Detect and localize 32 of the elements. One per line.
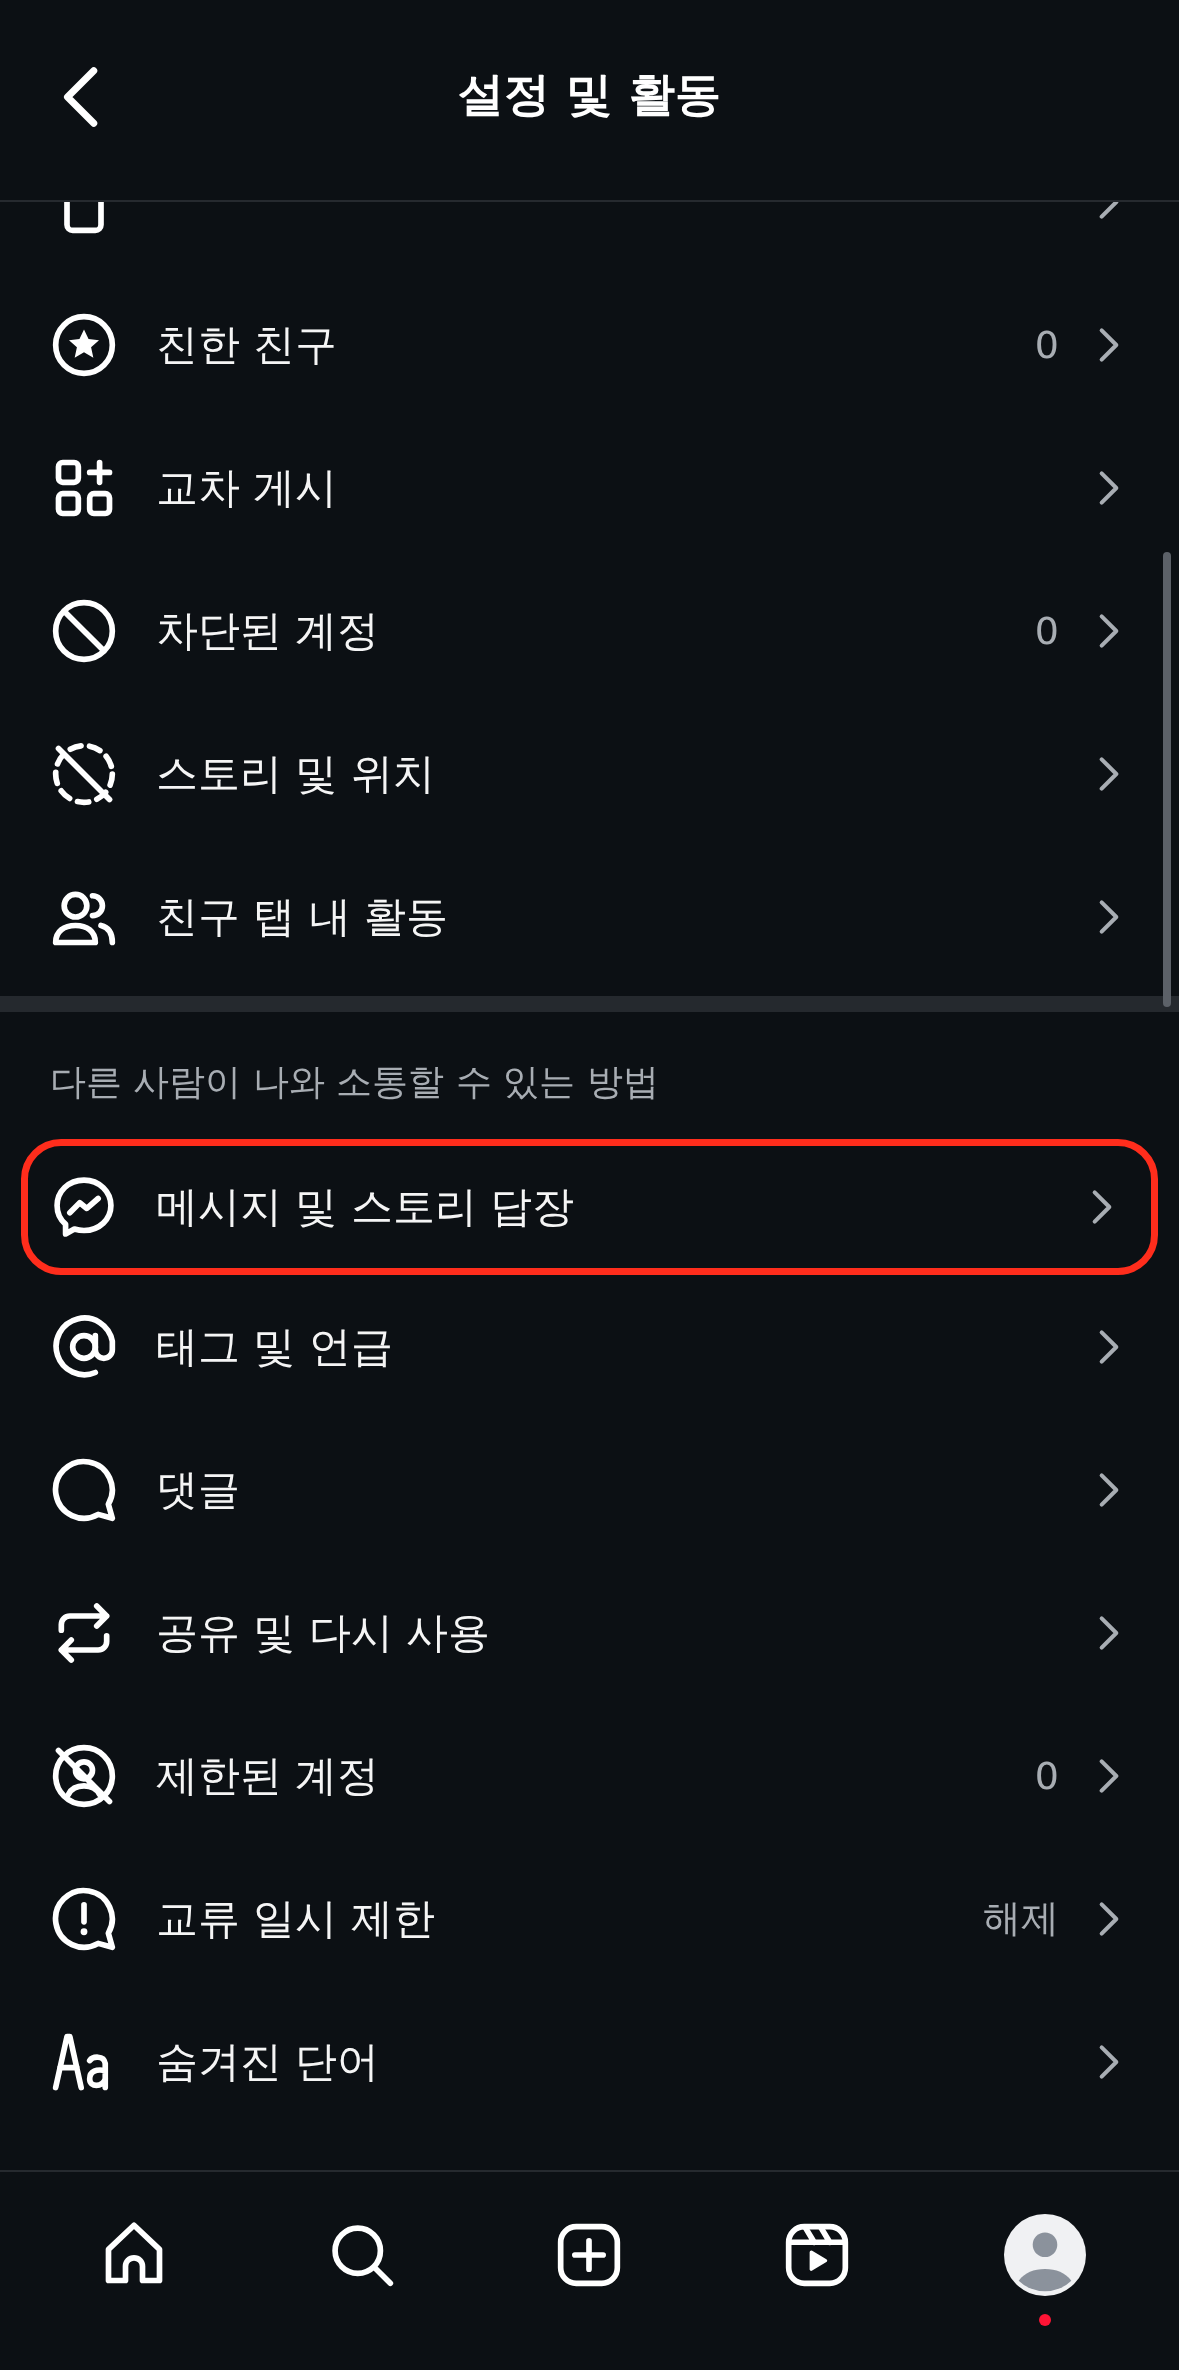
row-label: 친한 친구	[156, 318, 339, 371]
row-label: 제한된 계정	[156, 1749, 381, 1802]
at-icon	[50, 1312, 118, 1381]
settings-row[interactable]: 제한된 계정 0	[0, 1704, 1179, 1847]
row-value: 해제	[983, 1895, 1059, 1942]
row-label: 교류 일시 제한	[156, 1892, 436, 1945]
row-label: 댓글	[156, 1463, 241, 1516]
row-value: 0	[1034, 608, 1059, 653]
settings-row[interactable]: 숨겨진 단어	[0, 1990, 1179, 2133]
settings-row[interactable]: 친구 탭 내 활동	[0, 845, 1179, 988]
settings-row[interactable]: 교차 게시	[0, 416, 1179, 559]
highlighted-settings-row[interactable]: 메시지 및 스토리 답장	[21, 1139, 1158, 1275]
row-label: 숨겨진 단어	[156, 2035, 381, 2088]
avatar-icon	[1004, 2214, 1087, 2296]
settings-row[interactable]: 교류 일시 제한 해제	[0, 1847, 1179, 1990]
settings-row[interactable]: 친한 친구 0	[0, 273, 1179, 416]
row-label: 차단된 계정	[156, 604, 381, 657]
settings-row[interactable]: 공유 및 다시 사용	[0, 1561, 1179, 1704]
row-value: 0	[1034, 1753, 1059, 1798]
section-heading: 다른 사람이 나와 소통할 수 있는 방법	[49, 1060, 660, 1104]
row-label: 공유 및 다시 사용	[156, 1606, 492, 1659]
row-label: 스토리 및 위치	[156, 747, 436, 800]
row-label: 태그 및 언급	[156, 1320, 394, 1373]
settings-row[interactable]: 댓글	[0, 1418, 1179, 1561]
row-label: 메시지 및 스토리 답장	[156, 1181, 576, 1233]
screen-title: 설정 및 활동	[458, 66, 721, 123]
settings-row[interactable]: 차단된 계정 0	[0, 559, 1179, 702]
settings-row[interactable]: 스토리 및 위치	[0, 702, 1179, 845]
row-label: 교차 게시	[156, 461, 339, 514]
row-value: 0	[1034, 322, 1059, 367]
settings-row[interactable]: 태그 및 언급	[0, 1275, 1179, 1418]
row-label: 친구 탭 내 활동	[156, 890, 450, 943]
